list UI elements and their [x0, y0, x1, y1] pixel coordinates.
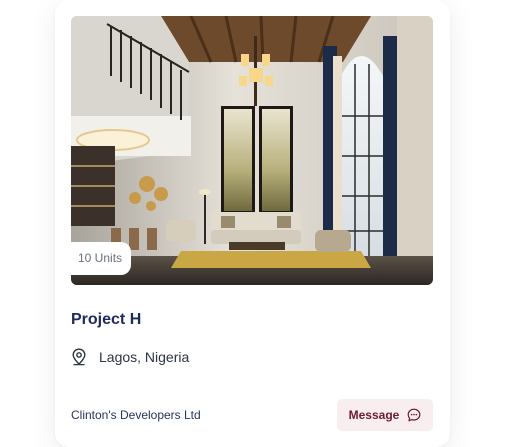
- message-label: Message: [348, 408, 400, 422]
- units-badge: 10 Units: [71, 242, 132, 275]
- location-text: Lagos, Nigeria: [99, 349, 190, 365]
- location-row: Lagos, Nigeria: [71, 347, 189, 367]
- chat-bubble-icon: [407, 408, 421, 422]
- property-card[interactable]: 10 Units Project H Lagos, Nigeria Clinto…: [55, 0, 450, 447]
- message-button[interactable]: Message: [337, 399, 433, 431]
- project-title[interactable]: Project H: [71, 311, 141, 329]
- map-pin-icon: [71, 348, 87, 366]
- property-photo[interactable]: 10 Units: [71, 16, 433, 285]
- developer-name[interactable]: Clinton's Developers Ltd: [71, 408, 201, 422]
